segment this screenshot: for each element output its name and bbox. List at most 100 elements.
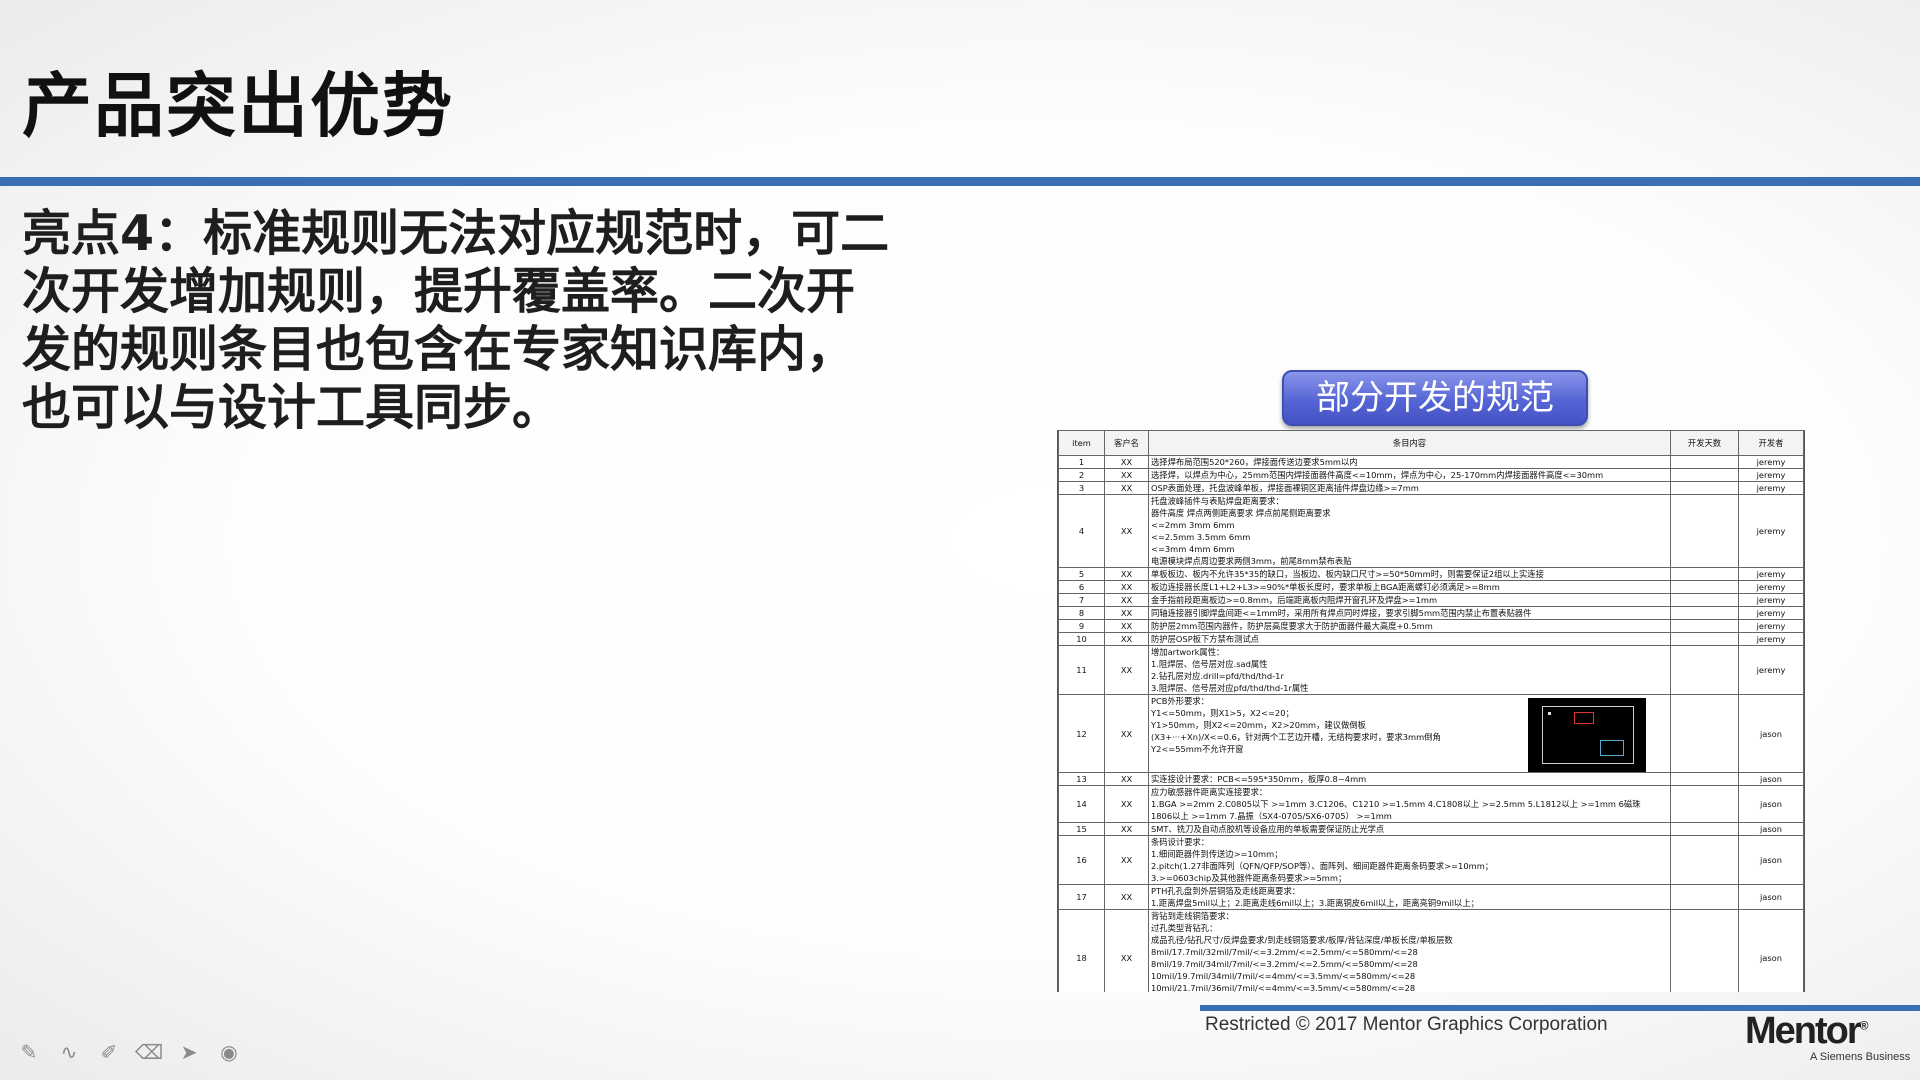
mentor-logo: Mentor® (1745, 1010, 1869, 1053)
row-dev-days (1670, 909, 1739, 992)
row-customer: XX (1104, 580, 1149, 594)
row-dev-days (1670, 468, 1739, 482)
row-developer: jeremy (1738, 468, 1804, 482)
row-dev-days (1670, 494, 1739, 568)
row-developer: jeremy (1738, 632, 1804, 646)
row-developer: jason (1738, 909, 1804, 992)
pointer-tool-icon[interactable]: ➤ (174, 1040, 204, 1064)
highlighter-tool-icon[interactable]: ✐ (94, 1040, 124, 1064)
row-developer: jeremy (1738, 645, 1804, 695)
laser-tool-icon[interactable]: ◉ (214, 1040, 244, 1064)
row-content-text: PCB外形要求： Y1<=50mm，则X1>5，X2<=20； Y1>50mm，… (1151, 696, 1441, 754)
row-content: OSP表面处理，托盘波峰单板，焊接面裸铜区距离插件焊盘边缘>=7mm (1148, 481, 1671, 495)
row-customer: XX (1104, 567, 1149, 581)
table-row: 18 XX 背钻到走线铜箔要求： 过孔类型背钻孔： 成品孔径/钻孔尺寸/反焊盘要求/… (1058, 909, 1804, 992)
row-item-number: 4 (1058, 494, 1105, 568)
row-developer: jason (1738, 884, 1804, 910)
row-item-number: 13 (1058, 772, 1105, 786)
row-customer: XX (1104, 884, 1149, 910)
row-customer: XX (1104, 606, 1149, 620)
row-item-number: 7 (1058, 593, 1105, 607)
row-item-number: 3 (1058, 481, 1105, 495)
row-customer: XX (1104, 619, 1149, 633)
row-customer: XX (1104, 835, 1149, 885)
row-customer: XX (1104, 468, 1149, 482)
table-row: 4 XX 托盘波峰插件与表贴焊盘距离要求： 器件高度 焊点两侧距离要求 焊点前尾侧距… (1058, 494, 1804, 568)
row-content: 金手指前段距离板边>=0.8mm，后端距离板内阻焊开窗孔环及焊盘>=1mm (1148, 593, 1671, 607)
title-divider (0, 177, 1920, 186)
table-row: 2 XX 选择焊，以焊点为中心，25mm范围内焊接面器件高度<=10mm，焊点为中心… (1058, 468, 1804, 482)
row-customer: XX (1104, 694, 1149, 773)
row-content: 选择焊布局范围520*260，焊接面传送边要求5mm以内 (1148, 455, 1671, 469)
table-row: 17 XX PTH孔孔盘到外层铜箔及走线距离要求： 1.距离焊盘5mil以上；2.距… (1058, 884, 1804, 910)
row-content: 单板板边、板内不允许35*35的缺口，当板边、板内缺口尺寸>=50*50mm时，… (1148, 567, 1671, 581)
table-row: 5 XX 单板板边、板内不允许35*35的缺口，当板边、板内缺口尺寸>=50*50m… (1058, 567, 1804, 581)
row-customer: XX (1104, 632, 1149, 646)
row-item-number: 2 (1058, 468, 1105, 482)
row-customer: XX (1104, 455, 1149, 469)
row-developer: jason (1738, 785, 1804, 823)
annotation-toolbar: ✎ ∿ ✐ ⌫ ➤ ◉ (14, 1040, 254, 1064)
rules-table-screenshot: item 客户名 条目内容 开发天数 开发者 1 XX 选择焊布局范围520*260… (1057, 430, 1805, 992)
row-dev-days (1670, 567, 1739, 581)
pcb-outline-thumbnail (1528, 698, 1646, 772)
table-row: 9 XX 防护层2mm范围内器件，防护层高度要求大于防护面器件最大高度+0.5mm j… (1058, 619, 1804, 633)
logo-registered-mark: ® (1859, 1018, 1869, 1033)
row-developer: jeremy (1738, 481, 1804, 495)
row-dev-days (1670, 835, 1739, 885)
row-content: PTH孔孔盘到外层铜箔及走线距离要求： 1.距离焊盘5mil以上；2.距离走线6… (1148, 884, 1671, 910)
header-developer: 开发者 (1738, 430, 1804, 456)
curve-tool-icon[interactable]: ∿ (54, 1040, 84, 1064)
callout-label: 部分开发的规范 (1282, 370, 1588, 426)
header-days: 开发天数 (1670, 430, 1739, 456)
row-content: 实连接设计要求：PCB<=595*350mm，板厚0.8~4mm (1148, 772, 1671, 786)
row-content: 背钻到走线铜箔要求： 过孔类型背钻孔： 成品孔径/钻孔尺寸/反焊盘要求/到走线铜… (1148, 909, 1671, 992)
table-row: 8 XX 同轴连接器引脚焊盘间距<=1mm时，采用所有焊点同时焊接，要求引脚5mm范… (1058, 606, 1804, 620)
table-row: 7 XX 金手指前段距离板边>=0.8mm，后端距离板内阻焊开窗孔环及焊盘>=1mm… (1058, 593, 1804, 607)
pen-tool-icon[interactable]: ✎ (14, 1040, 44, 1064)
rules-table: item 客户名 条目内容 开发天数 开发者 1 XX 选择焊布局范围520*260… (1058, 430, 1804, 992)
row-item-number: 11 (1058, 645, 1105, 695)
row-dev-days (1670, 580, 1739, 594)
table-row: 1 XX 选择焊布局范围520*260，焊接面传送边要求5mm以内 jeremy (1058, 455, 1804, 469)
header-content: 条目内容 (1148, 430, 1671, 456)
row-content: 防护层2mm范围内器件，防护层高度要求大于防护面器件最大高度+0.5mm (1148, 619, 1671, 633)
row-customer: XX (1104, 909, 1149, 992)
row-content: 板边连接器长度L1+L2+L3>=90%*单板长度时，要求单板上BGA距离螺钉必… (1148, 580, 1671, 594)
row-developer: jason (1738, 835, 1804, 885)
row-developer: jason (1738, 822, 1804, 836)
row-content: 防护层OSP板下方禁布测试点 (1148, 632, 1671, 646)
row-developer: jeremy (1738, 494, 1804, 568)
row-developer: jeremy (1738, 455, 1804, 469)
table-header-row: item 客户名 条目内容 开发天数 开发者 (1058, 430, 1804, 456)
row-content: 托盘波峰插件与表贴焊盘距离要求： 器件高度 焊点两侧距离要求 焊点前尾侧距离要求… (1148, 494, 1671, 568)
row-developer: jeremy (1738, 580, 1804, 594)
row-content: 条码设计要求： 1.细间距器件到传送边>=10mm； 2.pitch(1.27非… (1148, 835, 1671, 885)
row-dev-days (1670, 632, 1739, 646)
row-customer: XX (1104, 785, 1149, 823)
row-dev-days (1670, 481, 1739, 495)
row-developer: jason (1738, 694, 1804, 773)
row-item-number: 6 (1058, 580, 1105, 594)
row-customer: XX (1104, 772, 1149, 786)
row-customer: XX (1104, 645, 1149, 695)
row-developer: jeremy (1738, 619, 1804, 633)
row-item-number: 10 (1058, 632, 1105, 646)
row-item-number: 12 (1058, 694, 1105, 773)
row-customer: XX (1104, 822, 1149, 836)
row-content: SMT、铣刀及自动点胶机等设备应用的单板需要保证防止光学点 (1148, 822, 1671, 836)
row-content: 增加artwork属性： 1.阻焊层、信号层对应.sad属性 2.钻孔层对应.d… (1148, 645, 1671, 695)
row-dev-days (1670, 619, 1739, 633)
row-item-number: 5 (1058, 567, 1105, 581)
row-content: 选择焊，以焊点为中心，25mm范围内焊接面器件高度<=10mm，焊点为中心，25… (1148, 468, 1671, 482)
row-dev-days (1670, 822, 1739, 836)
table-row: 12 XX PCB外形要求： Y1<=50mm，则X1>5，X2<=20； Y1>5… (1058, 694, 1804, 773)
row-item-number: 16 (1058, 835, 1105, 885)
row-developer: jeremy (1738, 567, 1804, 581)
row-dev-days (1670, 772, 1739, 786)
eraser-tool-icon[interactable]: ⌫ (134, 1040, 164, 1064)
row-dev-days (1670, 593, 1739, 607)
row-item-number: 18 (1058, 909, 1105, 992)
row-item-number: 1 (1058, 455, 1105, 469)
header-customer: 客户名 (1104, 430, 1149, 456)
